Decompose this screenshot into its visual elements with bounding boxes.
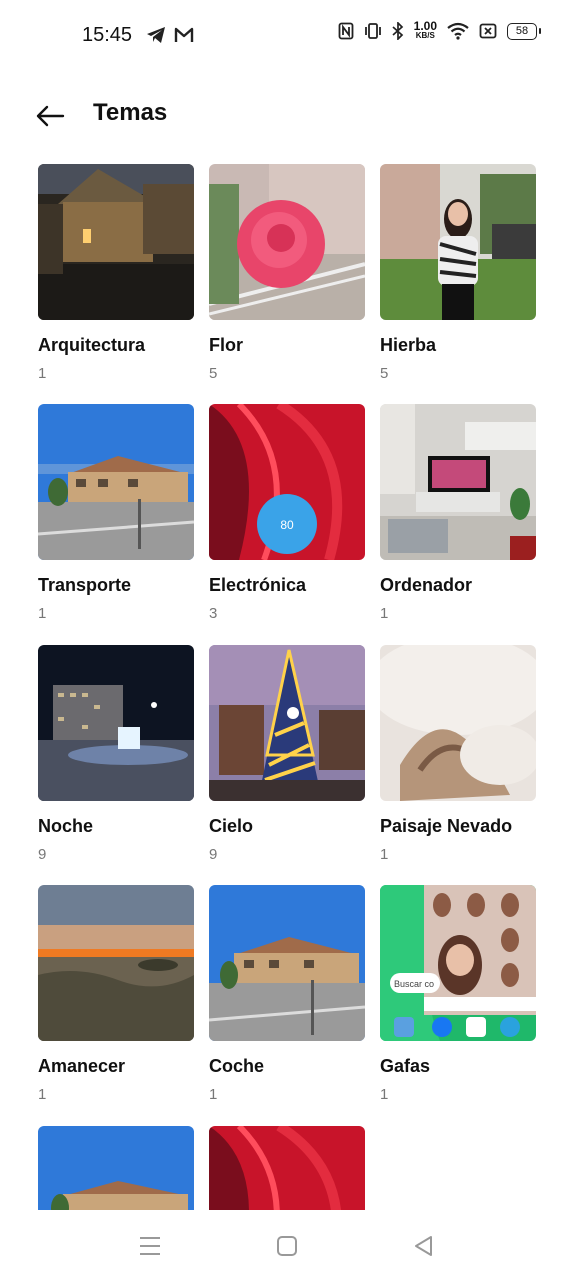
album-name: Hierba xyxy=(380,335,437,355)
album-tile-amanecer[interactable]: Amanecer 1 xyxy=(38,885,194,1103)
album-count: 1 xyxy=(38,1086,47,1103)
album-count: 5 xyxy=(380,365,389,382)
album-tile-electronica[interactable]: 80 Electrónica 3 xyxy=(209,404,365,622)
album-name: Electrónica xyxy=(209,575,307,595)
album-name: Paisaje Nevado xyxy=(380,816,513,836)
album-thumbnail[interactable]: Buscar co xyxy=(380,885,536,1041)
album-tile-ordenador[interactable]: Ordenador 1 xyxy=(380,404,536,622)
album-name: Coche xyxy=(209,1056,265,1076)
album-name: Gafas xyxy=(380,1056,431,1076)
album-tile-gafas[interactable]: Buscar co Gafas 1 xyxy=(380,885,536,1103)
album-thumbnail[interactable]: 80 xyxy=(209,404,365,560)
album-name: Cielo xyxy=(209,816,254,836)
album-count: 9 xyxy=(209,846,218,863)
bluetooth-icon xyxy=(392,22,404,40)
album-name: Flor xyxy=(209,335,243,355)
net-speed-unit: KB/S xyxy=(415,31,435,40)
album-count: 1 xyxy=(380,605,389,622)
album-tile-hierba[interactable]: Hierba 5 xyxy=(380,164,536,382)
album-thumbnail[interactable] xyxy=(380,164,536,320)
album-thumbnail[interactable] xyxy=(38,164,194,320)
album-thumbnail[interactable] xyxy=(38,885,194,1041)
arrow-left-icon[interactable] xyxy=(34,100,66,132)
album-thumbnail[interactable] xyxy=(38,404,194,560)
album-tile-paisaje-nevado[interactable]: Paisaje Nevado 1 xyxy=(380,645,536,863)
album-tile-noche[interactable]: Noche 9 xyxy=(38,645,194,863)
system-nav-bar xyxy=(0,1210,573,1280)
album-thumbnail[interactable] xyxy=(209,645,365,801)
album-tile-flor[interactable]: Flor 5 xyxy=(209,164,365,382)
album-thumbnail[interactable] xyxy=(380,404,536,560)
album-thumbnail[interactable] xyxy=(209,1126,365,1210)
status-bar: 15:45 1.00 KB/S 58 xyxy=(0,0,573,72)
album-thumbnail[interactable] xyxy=(38,645,194,801)
page-title: Temas xyxy=(93,99,168,126)
vibrate-icon xyxy=(364,22,382,40)
album-count: 1 xyxy=(38,365,47,382)
net-speed: 1.00 KB/S xyxy=(413,19,437,40)
album-count: 9 xyxy=(38,846,47,863)
album-tile-coche[interactable]: Coche 1 xyxy=(209,885,365,1103)
back-triangle-icon[interactable] xyxy=(410,1232,438,1260)
album-count: 1 xyxy=(380,846,389,863)
album-count: 3 xyxy=(209,605,218,622)
album-name: Arquitectura xyxy=(38,335,146,355)
net-speed-value: 1.00 xyxy=(413,19,437,33)
album-tile-arquitectura[interactable]: Arquitectura 1 xyxy=(38,164,194,382)
app-header: Temas xyxy=(0,92,573,138)
battery-percent-text: 80 xyxy=(280,518,294,532)
album-thumbnail[interactable] xyxy=(209,885,365,1041)
album-thumbnail[interactable] xyxy=(38,1126,194,1210)
album-name: Ordenador xyxy=(380,575,473,595)
album-grid: Arquitectura 1 Flor 5 Hierba 5 Transport… xyxy=(38,164,536,1210)
album-thumbnail[interactable] xyxy=(380,645,536,801)
album-name: Transporte xyxy=(38,575,132,595)
wifi-icon xyxy=(447,22,469,40)
album-tile-transporte[interactable]: Transporte 1 xyxy=(38,404,194,622)
album-tile-cielo[interactable]: Cielo 9 xyxy=(209,645,365,863)
album-name: Amanecer xyxy=(38,1056,126,1076)
no-sim-icon xyxy=(479,23,497,39)
album-count: 5 xyxy=(209,365,218,382)
nfc-icon xyxy=(338,22,354,40)
menu-icon[interactable] xyxy=(136,1232,164,1260)
album-thumbnail[interactable] xyxy=(209,164,365,320)
status-time: 15:45 xyxy=(82,24,133,46)
album-name: Noche xyxy=(38,816,94,836)
album-tile-partial-1[interactable] xyxy=(38,1126,194,1210)
thumb-search-text: Buscar co xyxy=(394,979,434,989)
telegram-icon xyxy=(146,26,166,44)
album-count: 1 xyxy=(38,605,47,622)
gmail-icon xyxy=(174,26,194,44)
home-icon[interactable] xyxy=(273,1232,301,1260)
album-count: 1 xyxy=(380,1086,389,1103)
album-count: 1 xyxy=(209,1086,218,1103)
battery-indicator: 58 xyxy=(507,22,541,40)
album-tile-partial-2[interactable] xyxy=(209,1126,365,1210)
